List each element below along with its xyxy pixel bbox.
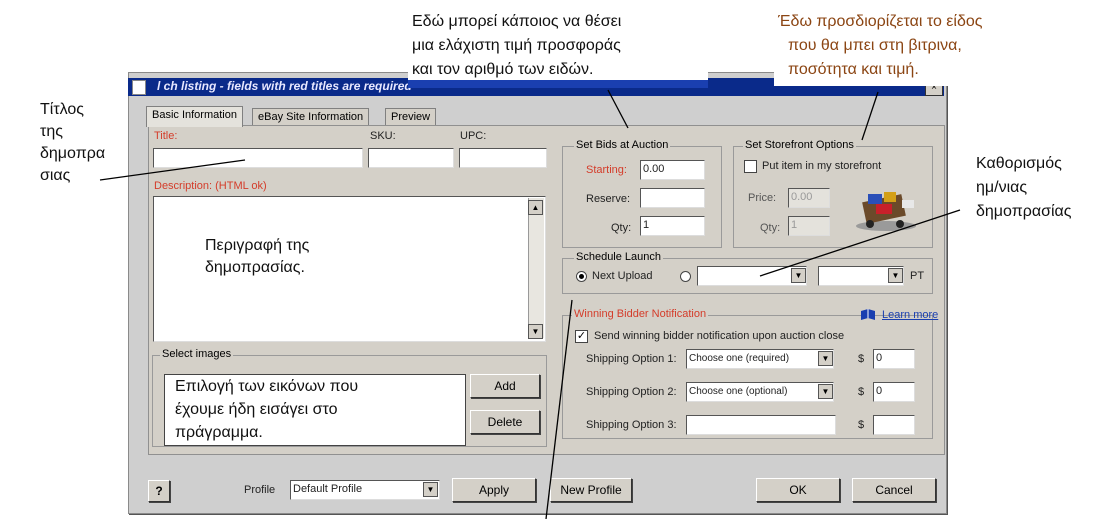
tab-basic-information[interactable]: Basic Information	[146, 106, 243, 127]
annotation-pointer-lines	[99, 89, 961, 519]
